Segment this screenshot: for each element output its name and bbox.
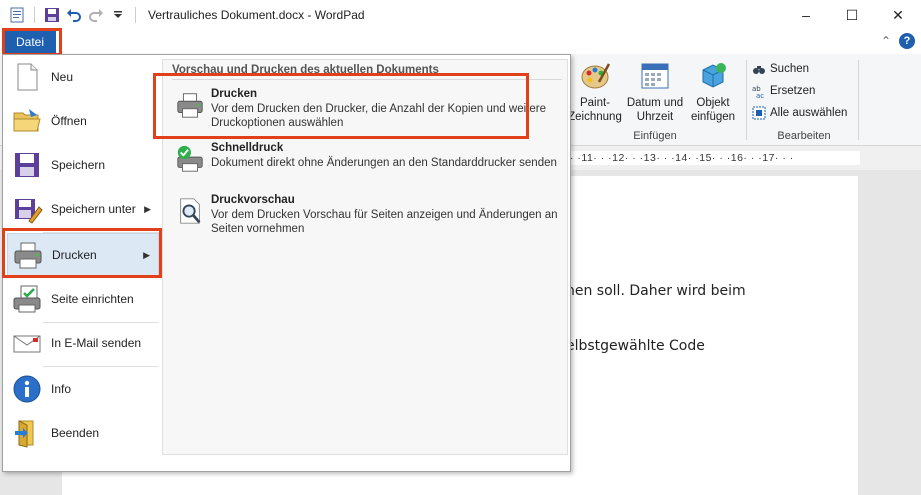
- menu-item-save[interactable]: Speichern: [7, 143, 159, 187]
- window-controls: – ☐ ✕: [783, 0, 921, 30]
- menu-item-page-setup-label: Seite einrichten: [51, 292, 134, 306]
- paint-label-1: Paint-: [579, 97, 611, 109]
- object-label-1: Objekt: [696, 97, 730, 109]
- document-text-line-2: elbstgewählte Code: [566, 338, 705, 354]
- select-all-icon: [752, 106, 766, 120]
- window-title: Vertrauliches Dokument.docx - WordPad: [148, 8, 365, 22]
- replace-button[interactable]: ab ac Ersetzen: [752, 84, 816, 100]
- menu-item-open-label: Öffnen: [51, 114, 87, 128]
- select-all-button[interactable]: Alle auswählen: [752, 106, 847, 120]
- qat-separator: [135, 7, 136, 23]
- exit-icon: [11, 417, 43, 449]
- insert-group-label: Einfügen: [633, 130, 677, 142]
- object-icon: [697, 60, 729, 92]
- quick-access-toolbar: [0, 6, 140, 24]
- group-separator: [746, 60, 747, 140]
- info-icon: [11, 373, 43, 405]
- replace-label: Ersetzen: [770, 85, 816, 97]
- print-preview-icon: [175, 196, 205, 226]
- page-setup-icon: [11, 283, 43, 315]
- menu-item-save-as-label: Speichern unter: [51, 202, 136, 216]
- insert-group: Paint- Zeichnung Datum und Uhrzeit Objek…: [565, 54, 745, 146]
- find-button[interactable]: Suchen: [752, 62, 809, 76]
- menu-item-save-as[interactable]: Speichern unter ▶: [7, 187, 159, 231]
- menu-item-save-label: Speichern: [51, 158, 106, 172]
- maximize-button[interactable]: ☐: [829, 0, 875, 30]
- object-label-2: einfügen: [690, 111, 736, 123]
- print-option-preview-title: Druckvorschau: [211, 194, 295, 206]
- find-label: Suchen: [770, 63, 810, 75]
- print-option-preview[interactable]: Druckvorschau Vor dem Drucken Vorschau f…: [171, 190, 563, 238]
- menu-item-page-setup[interactable]: Seite einrichten: [7, 277, 159, 321]
- svg-text:ac: ac: [756, 92, 764, 98]
- quick-print-icon: [175, 144, 205, 174]
- menu-item-new-label: Neu: [51, 70, 74, 84]
- close-button[interactable]: ✕: [875, 0, 921, 30]
- save-as-icon: [11, 193, 43, 225]
- help-icon[interactable]: ?: [899, 33, 915, 49]
- edit-group: Suchen ab ac Ersetzen Alle auswählen Bear…: [752, 54, 856, 146]
- new-document-icon: [11, 61, 43, 93]
- open-folder-icon: [11, 105, 43, 137]
- redo-icon[interactable]: [87, 6, 105, 24]
- undo-icon[interactable]: [65, 6, 83, 24]
- print-option-highlight: [153, 73, 529, 139]
- print-option-preview-description: Vor dem Drucken Vorschau für Seiten anze…: [211, 209, 558, 235]
- file-tab-highlight: [2, 28, 62, 56]
- menu-item-send-email[interactable]: In E-Mail senden: [7, 321, 159, 365]
- print-item-highlight: [2, 228, 162, 278]
- collapse-ribbon-icon[interactable]: ⌃: [881, 34, 891, 48]
- edit-group-label: Bearbeiten: [777, 130, 831, 142]
- paint-palette-icon: [579, 60, 611, 92]
- print-option-quick-print[interactable]: Schnelldruck Dokument direkt ohne Änderu…: [171, 138, 563, 186]
- minimize-button[interactable]: –: [783, 0, 829, 30]
- save-icon: [11, 149, 43, 181]
- menu-item-info-label: Info: [51, 382, 72, 396]
- document-text-line-1: hen soll. Daher wird beim: [566, 283, 746, 299]
- datetime-button[interactable]: Datum und Uhrzeit: [625, 60, 685, 124]
- menu-item-exit-label: Beenden: [51, 426, 100, 440]
- insert-object-button[interactable]: Objekt einfügen: [683, 60, 743, 124]
- menu-item-exit[interactable]: Beenden: [7, 411, 159, 455]
- group-separator: [858, 60, 859, 140]
- print-option-quick-print-description: Dokument direkt ohne Änderungen an den S…: [211, 157, 557, 169]
- submenu-arrow-icon: ▶: [144, 203, 151, 214]
- datetime-label-1: Datum und: [626, 97, 684, 109]
- save-icon[interactable]: [43, 6, 61, 24]
- menu-item-info[interactable]: Info: [7, 367, 159, 411]
- paint-drawing-button[interactable]: Paint- Zeichnung: [565, 60, 625, 124]
- title-bar: Vertrauliches Dokument.docx - WordPad – …: [0, 0, 921, 30]
- customize-qat-icon[interactable]: [109, 6, 127, 24]
- replace-icon: ab ac: [752, 84, 766, 100]
- datetime-label-2: Uhrzeit: [636, 111, 674, 123]
- calendar-icon: [639, 60, 671, 92]
- email-icon: [11, 327, 43, 359]
- wordpad-app-icon[interactable]: [8, 6, 26, 24]
- print-option-quick-print-title: Schnelldruck: [211, 142, 284, 154]
- ribbon-right-controls: ⌃ ?: [881, 33, 915, 49]
- menu-item-open[interactable]: Öffnen: [7, 99, 159, 143]
- ribbon-tab-row: [0, 30, 921, 54]
- select-all-label: Alle auswählen: [770, 107, 848, 119]
- qat-separator: [34, 7, 35, 23]
- ruler-scale: · ·11· · ·12· · ·13· · ·14· ·15· · ·16· …: [570, 151, 860, 165]
- menu-item-send-email-label: In E-Mail senden: [51, 336, 142, 350]
- binoculars-icon: [752, 62, 766, 76]
- paint-label-2: Zeichnung: [568, 111, 622, 123]
- menu-item-new[interactable]: Neu: [7, 55, 159, 99]
